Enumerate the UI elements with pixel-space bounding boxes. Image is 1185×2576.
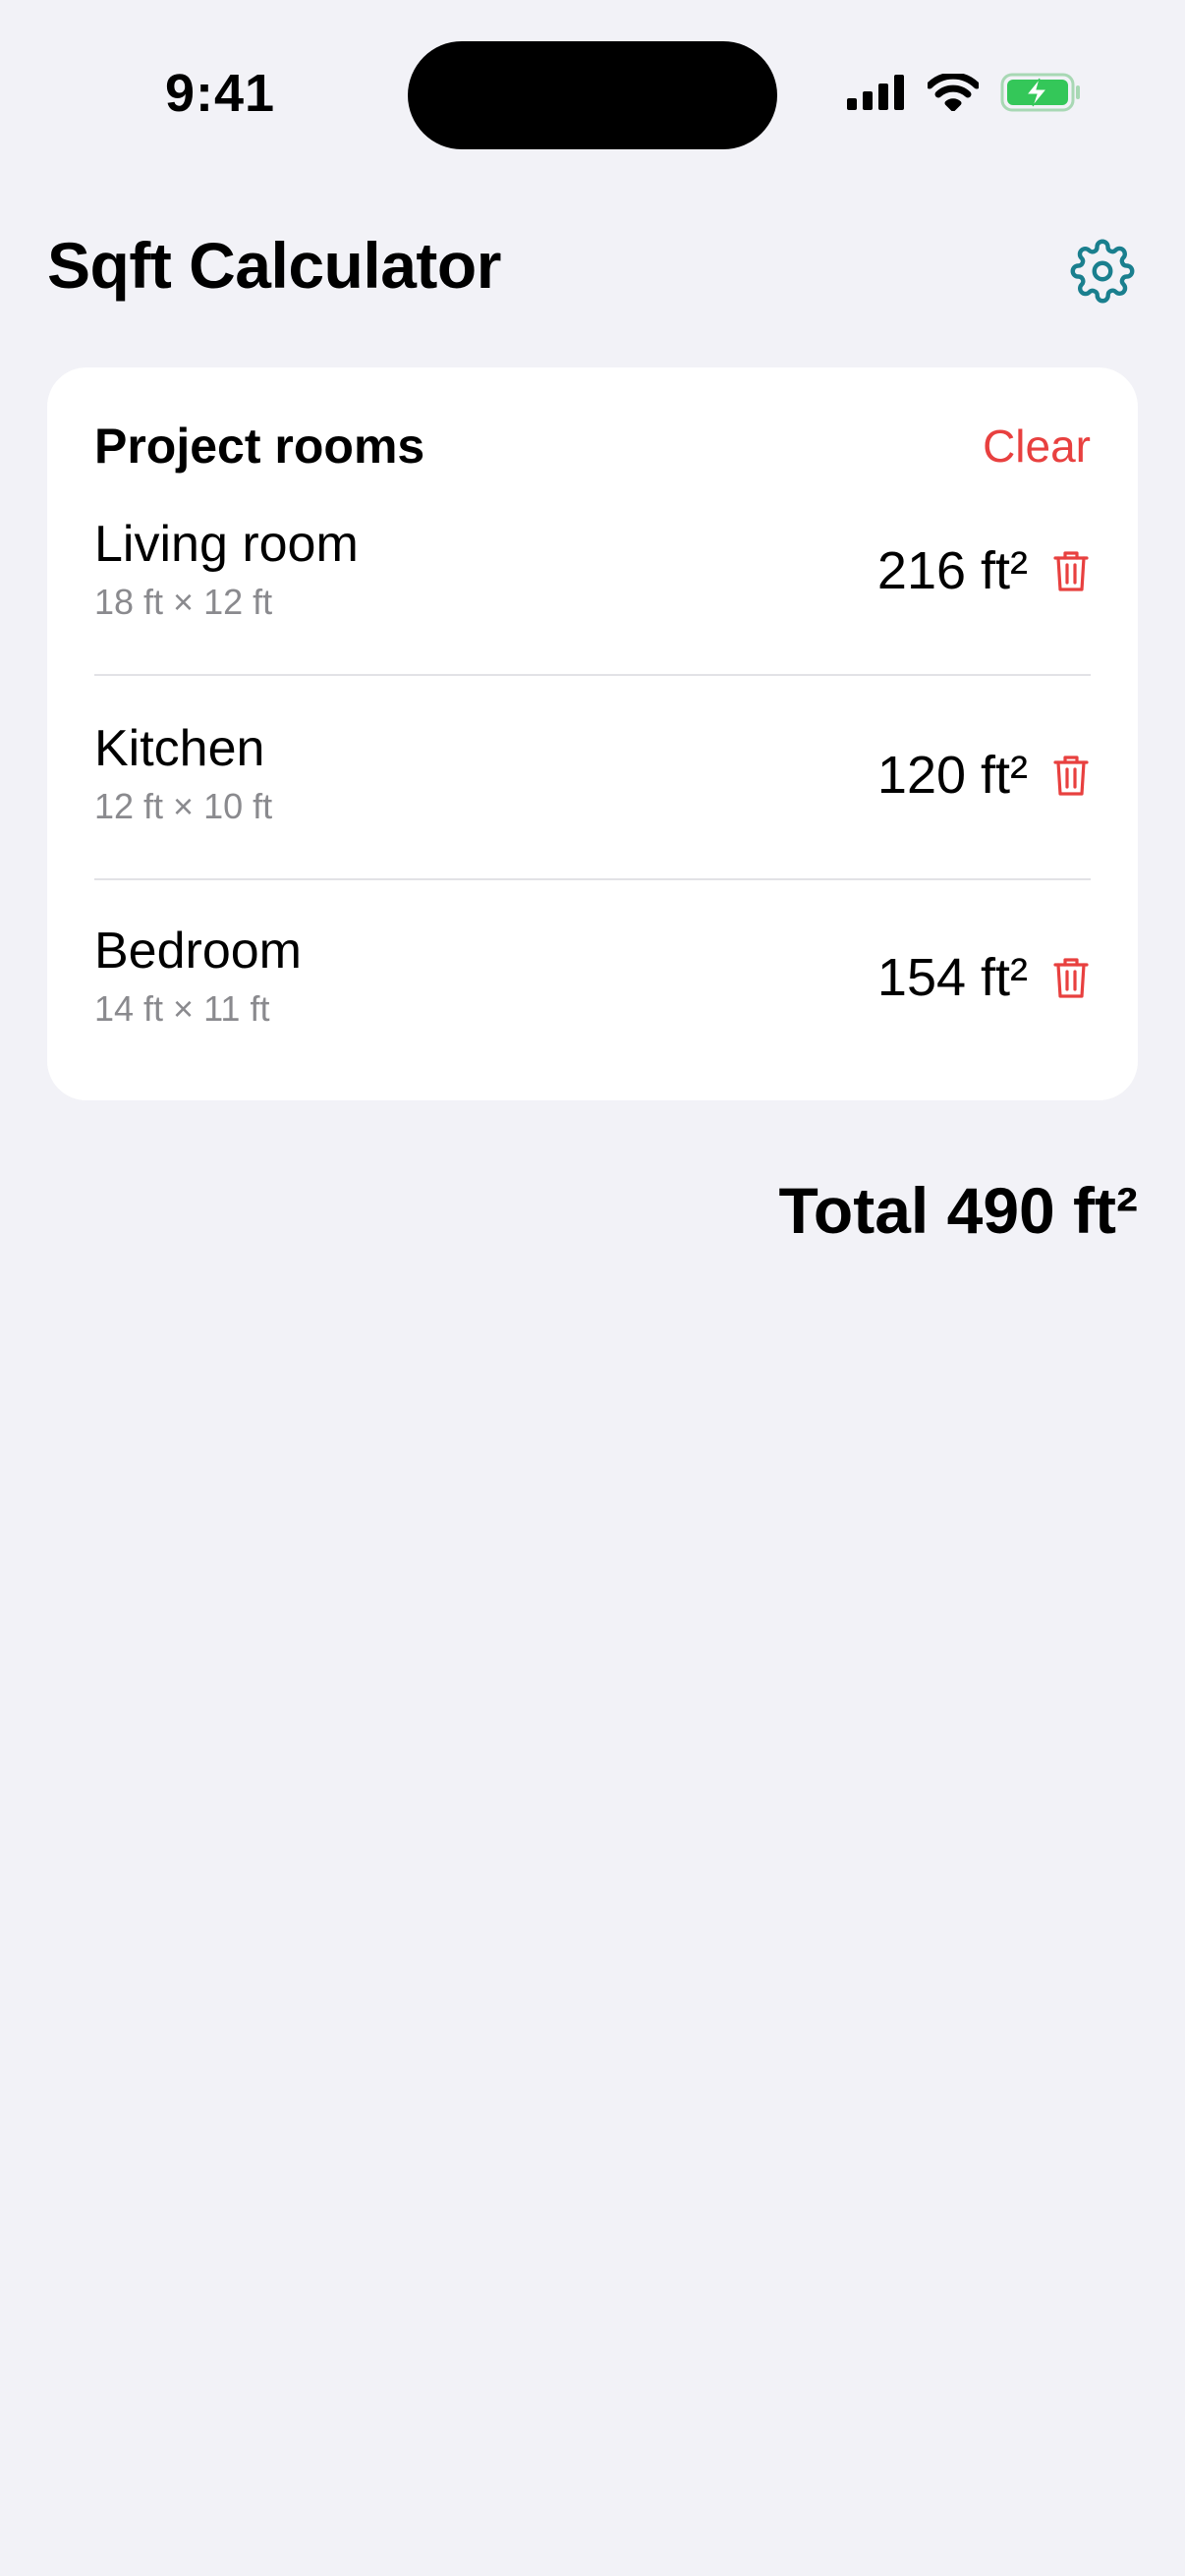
room-name: Kitchen bbox=[94, 720, 265, 777]
room-area: 120 ft² bbox=[876, 746, 1028, 805]
status-icons bbox=[847, 72, 1081, 117]
room-row-kitchen[interactable]: Kitchen 12 ft × 10 ft 120 ft² bbox=[94, 719, 1091, 896]
status-time: 9:41 bbox=[165, 64, 276, 123]
room-row-bedroom[interactable]: Bedroom 14 ft × 11 ft 154 ft² bbox=[94, 922, 1091, 1098]
room-area: 154 ft² bbox=[876, 948, 1028, 1007]
trash-icon bbox=[1051, 958, 1091, 1004]
delete-room-button[interactable] bbox=[1051, 753, 1091, 798]
room-dimensions: 14 ft × 11 ft bbox=[94, 988, 270, 1029]
project-rooms-card: Project rooms Clear Living room 18 ft × … bbox=[47, 367, 1138, 1100]
trash-icon bbox=[1051, 756, 1091, 802]
room-dimensions: 12 ft × 10 ft bbox=[94, 786, 273, 826]
wifi-icon bbox=[926, 72, 981, 116]
settings-button[interactable] bbox=[1065, 236, 1140, 310]
page-title: Sqft Calculator bbox=[47, 229, 501, 302]
clear-button[interactable]: Clear bbox=[983, 420, 1091, 473]
room-row-living-room[interactable]: Living room 18 ft × 12 ft 216 ft² bbox=[94, 515, 1091, 692]
room-dimensions: 18 ft × 12 ft bbox=[94, 582, 273, 622]
trash-icon bbox=[1051, 551, 1091, 597]
delete-room-button[interactable] bbox=[1051, 548, 1091, 593]
delete-room-button[interactable] bbox=[1051, 955, 1091, 1000]
divider bbox=[94, 878, 1091, 880]
divider bbox=[94, 674, 1091, 676]
battery-charging-icon bbox=[1000, 73, 1081, 117]
gear-icon bbox=[1070, 239, 1135, 308]
signal-icon bbox=[847, 74, 906, 115]
card-header: Project rooms Clear bbox=[94, 417, 1091, 476]
card-title: Project rooms bbox=[94, 419, 425, 474]
room-name: Living room bbox=[94, 516, 359, 573]
room-name: Bedroom bbox=[94, 923, 302, 980]
dynamic-island bbox=[408, 41, 777, 149]
room-area: 216 ft² bbox=[876, 541, 1028, 600]
status-bar: 9:41 bbox=[0, 0, 1185, 187]
total-area: Total 490 ft² bbox=[778, 1174, 1138, 1247]
